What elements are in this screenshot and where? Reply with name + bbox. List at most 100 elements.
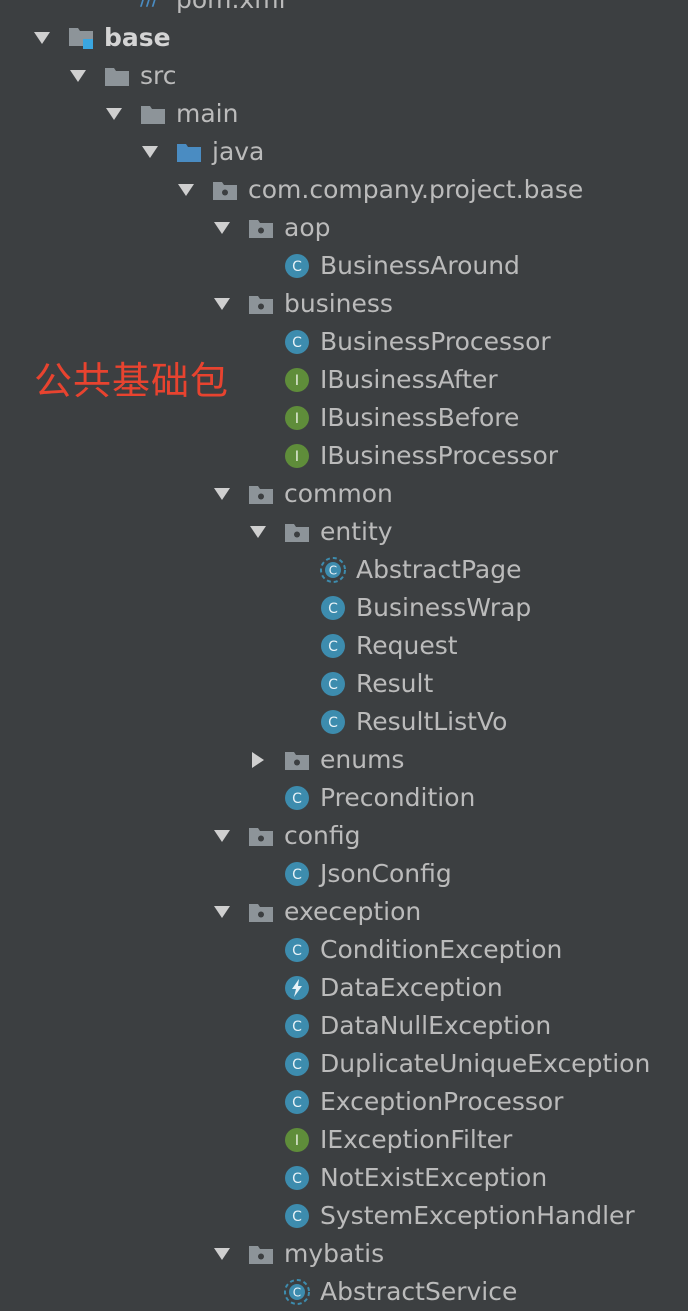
tree-node-label: mybatis (284, 1239, 385, 1268)
tree-node-notexistexception[interactable]: C NotExistException (246, 1159, 547, 1197)
tree-node-mybatis[interactable]: mybatis (210, 1235, 384, 1273)
package-icon (248, 899, 274, 925)
tree-node-base[interactable]: base (30, 19, 171, 57)
svg-text:I: I (295, 449, 299, 465)
tree-node-main[interactable]: main (102, 95, 238, 133)
tree-node-label: JsonConfig (320, 859, 452, 888)
exception-icon (284, 975, 310, 1001)
tree-node-label: pom.xml (176, 0, 286, 19)
tree-node-label: ConditionException (320, 935, 563, 964)
tree-node-label: BusinessAround (320, 251, 520, 280)
tree-node-aop[interactable]: aop (210, 209, 330, 247)
tree-node-label: AbstractService (320, 1277, 518, 1306)
collapse-arrow-icon[interactable] (138, 140, 162, 164)
source-folder-icon (176, 139, 202, 165)
tree-node-label: config (284, 821, 361, 850)
class-icon: C (284, 1165, 310, 1191)
collapse-arrow-icon[interactable] (210, 216, 234, 240)
tree-node-label: IExceptionFilter (320, 1125, 513, 1154)
tree-node-java[interactable]: java (138, 133, 264, 171)
collapse-arrow-icon[interactable] (246, 520, 270, 544)
tree-node-ibusinessafter[interactable]: I IBusinessAfter (246, 361, 498, 399)
project-tree: /// pom.xml base src main java com.company.pro… (0, 0, 688, 1306)
svg-text:C: C (292, 1171, 302, 1187)
tree-node-common[interactable]: common (210, 475, 393, 513)
interface-icon: I (284, 367, 310, 393)
tree-node-ibusinessprocessor[interactable]: I IBusinessProcessor (246, 437, 558, 475)
pom-icon: /// (140, 0, 166, 13)
class-icon: C (284, 1089, 310, 1115)
folder-icon (140, 101, 166, 127)
tree-node-label: ResultListVo (356, 707, 508, 736)
class-icon: C (284, 1051, 310, 1077)
class-icon: C (284, 937, 310, 963)
svg-text:///: /// (140, 0, 158, 9)
tree-node-businessprocessor[interactable]: C BusinessProcessor (246, 323, 551, 361)
svg-text:C: C (292, 259, 302, 275)
tree-node-src[interactable]: src (66, 57, 177, 95)
collapse-arrow-icon[interactable] (210, 824, 234, 848)
tree-node-label: common (284, 479, 393, 508)
svg-text:C: C (292, 943, 302, 959)
tree-node-label: BusinessWrap (356, 593, 532, 622)
tree-node-result[interactable]: C Result (282, 665, 433, 703)
tree-node-enums[interactable]: enums (246, 741, 404, 779)
tree-node-precondition[interactable]: C Precondition (246, 779, 475, 817)
abstract-class-icon: C (284, 1279, 310, 1305)
collapse-arrow-icon[interactable] (210, 292, 234, 316)
collapse-arrow-icon[interactable] (210, 900, 234, 924)
tree-node-label: enums (320, 745, 405, 774)
interface-icon: I (284, 405, 310, 431)
tree-node-systemexceptionhandler[interactable]: C SystemExceptionHandler (246, 1197, 635, 1235)
tree-node-label: BusinessProcessor (320, 327, 551, 356)
tree-node-pom-xml[interactable]: /// pom.xml (102, 0, 286, 19)
tree-node-ibusinessbefore[interactable]: I IBusinessBefore (246, 399, 519, 437)
class-icon: C (284, 1203, 310, 1229)
tree-node-entity[interactable]: entity (246, 513, 393, 551)
tree-node-label: exeception (284, 897, 422, 926)
tree-node-business[interactable]: business (210, 285, 393, 323)
collapse-arrow-icon[interactable] (174, 178, 198, 202)
collapse-arrow-icon[interactable] (66, 64, 90, 88)
tree-node-resultlistvo[interactable]: C ResultListVo (282, 703, 507, 741)
tree-node-label: Precondition (320, 783, 476, 812)
tree-node-businesswrap[interactable]: C BusinessWrap (282, 589, 531, 627)
tree-node-config[interactable]: config (210, 817, 361, 855)
tree-node-exeception[interactable]: exeception (210, 893, 421, 931)
class-icon: C (284, 861, 310, 887)
tree-node-duplicateuniqueexception[interactable]: C DuplicateUniqueException (246, 1045, 650, 1083)
collapse-arrow-icon[interactable] (210, 482, 234, 506)
tree-node-label: base (104, 23, 171, 52)
tree-node-jsonconfig[interactable]: C JsonConfig (246, 855, 452, 893)
tree-node-dataexception[interactable]: DataException (246, 969, 503, 1007)
class-icon: C (284, 329, 310, 355)
svg-text:C: C (292, 1209, 302, 1225)
tree-node-label: Request (356, 631, 458, 660)
svg-text:C: C (328, 715, 338, 731)
tree-node-abstractservice[interactable]: C AbstractService (246, 1273, 517, 1311)
tree-node-exceptionprocessor[interactable]: C ExceptionProcessor (246, 1083, 563, 1121)
svg-text:C: C (292, 1057, 302, 1073)
tree-node-label: DuplicateUniqueException (320, 1049, 651, 1078)
package-icon (284, 747, 310, 773)
svg-text:C: C (329, 564, 337, 578)
collapse-arrow-icon[interactable] (30, 26, 54, 50)
collapse-arrow-icon[interactable] (210, 1242, 234, 1266)
tree-node-com-company-project-base[interactable]: com.company.project.base (174, 171, 583, 209)
class-icon: C (284, 785, 310, 811)
interface-icon: I (284, 443, 310, 469)
collapse-arrow-icon[interactable] (102, 102, 126, 126)
tree-node-businessaround[interactable]: C BusinessAround (246, 247, 520, 285)
package-icon (248, 215, 274, 241)
svg-text:I: I (295, 411, 299, 427)
package-icon (248, 481, 274, 507)
tree-node-datanullexception[interactable]: C DataNullException (246, 1007, 551, 1045)
tree-node-label: IBusinessProcessor (320, 441, 559, 470)
expand-arrow-icon[interactable] (246, 748, 270, 772)
tree-node-request[interactable]: C Request (282, 627, 458, 665)
tree-node-label: business (284, 289, 393, 318)
tree-node-iexceptionfilter[interactable]: I IExceptionFilter (246, 1121, 512, 1159)
tree-node-conditionexception[interactable]: C ConditionException (246, 931, 562, 969)
tree-node-abstractpage[interactable]: C AbstractPage (282, 551, 521, 589)
class-icon: C (320, 633, 346, 659)
